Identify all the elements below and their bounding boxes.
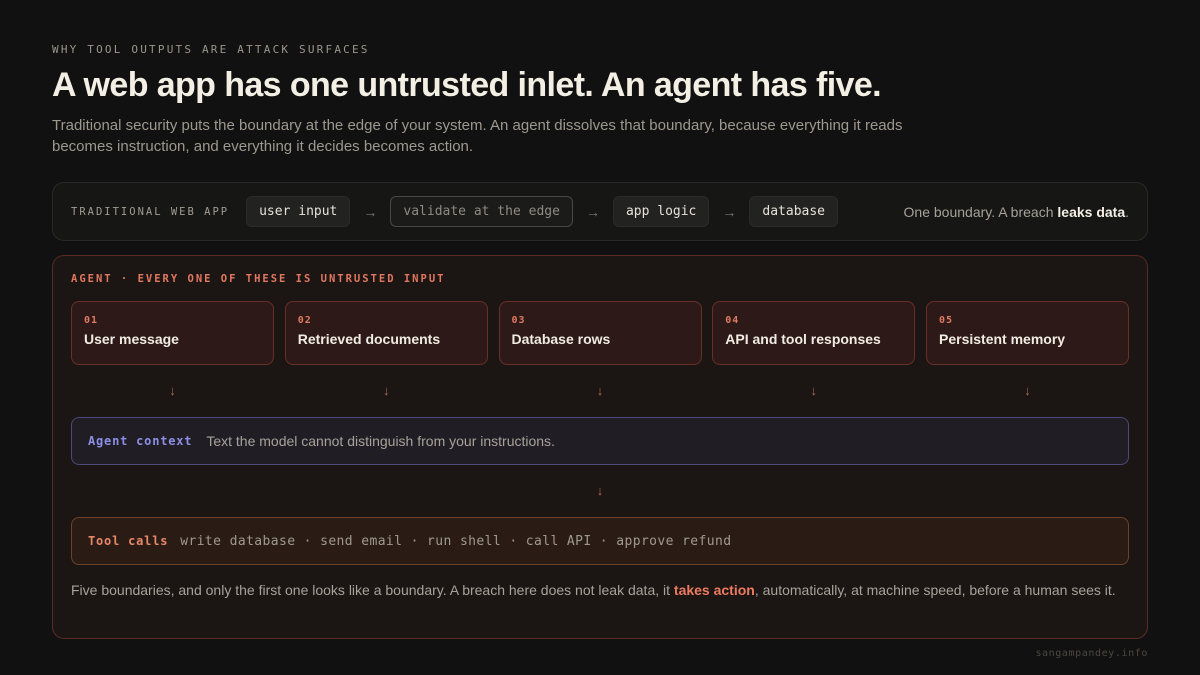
traditional-note: One boundary. A breach leaks data.	[903, 203, 1129, 220]
tools-text: write database · send email · run shell …	[180, 533, 732, 549]
input-card: 02 Retrieved documents	[284, 301, 488, 365]
arrow-down-icon: ↓	[810, 383, 818, 398]
agent-label: AGENT · EVERY ONE OF THESE IS UNTRUSTED …	[71, 273, 446, 285]
footnote: Five boundaries, and only the first one …	[71, 582, 1116, 598]
arrow-down-icon: ↓	[383, 383, 390, 398]
card-number: 03	[511, 315, 526, 326]
step-database: database	[749, 196, 839, 227]
card-title: Retrieved documents	[297, 331, 441, 347]
down-arrows: ↓ ↓ ↓ ↓ ↓	[71, 383, 1129, 399]
agent-context-box: Agent context Text the model cannot dist…	[71, 417, 1129, 465]
lede: Traditional security puts the boundary a…	[52, 117, 903, 155]
card-number: 05	[939, 315, 954, 326]
arrow-down-icon: ↓	[596, 383, 604, 398]
credit: sangampandey.info	[1035, 648, 1148, 659]
eyebrow: WHY TOOL OUTPUTS ARE ATTACK SURFACES	[52, 43, 370, 56]
card-number: 02	[297, 315, 312, 326]
input-card: 04 API and tool responses	[712, 301, 916, 365]
context-label: Agent context	[88, 434, 193, 448]
input-card: 01 User message	[71, 301, 274, 365]
arrow-down-icon: ↓	[1024, 383, 1031, 398]
card-title: User message	[84, 331, 179, 347]
takes-action-emphasis: takes action	[673, 582, 755, 598]
context-text: Text the model cannot distinguish from y…	[206, 433, 555, 449]
arrow-right-icon: →	[722, 203, 737, 220]
agent-panel: AGENT · EVERY ONE OF THESE IS UNTRUSTED …	[52, 255, 1148, 639]
card-title: Persistent memory	[939, 331, 1066, 347]
card-number: 04	[725, 315, 740, 326]
traditional-label: TRADITIONAL WEB APP	[71, 205, 230, 218]
arrow-down-icon: ↓	[169, 383, 176, 398]
input-card: 05 Persistent memory	[926, 301, 1129, 365]
arrow-right-icon: →	[585, 203, 600, 220]
traditional-web-app-row: TRADITIONAL WEB APP user input → validat…	[52, 182, 1148, 241]
leaks-data-emphasis: leaks data	[1057, 203, 1126, 220]
card-number: 01	[84, 315, 99, 326]
tools-label: Tool calls	[88, 534, 169, 548]
arrow-right-icon: →	[363, 203, 378, 220]
input-card: 03 Database rows	[498, 301, 702, 365]
card-title: Database rows	[511, 331, 611, 347]
tool-calls-box: Tool calls write database · send email ·…	[71, 517, 1129, 565]
page-title: A web app has one untrusted inlet. An ag…	[52, 66, 882, 104]
card-title: API and tool responses	[725, 331, 881, 347]
step-user-input: user input	[246, 196, 351, 227]
untrusted-inputs: 01 User message 02 Retrieved documents 0…	[71, 301, 1129, 365]
arrow-down-icon: ↓	[596, 483, 604, 498]
step-validate: validate at the edge	[390, 196, 573, 227]
step-app-logic: app logic	[612, 196, 710, 227]
